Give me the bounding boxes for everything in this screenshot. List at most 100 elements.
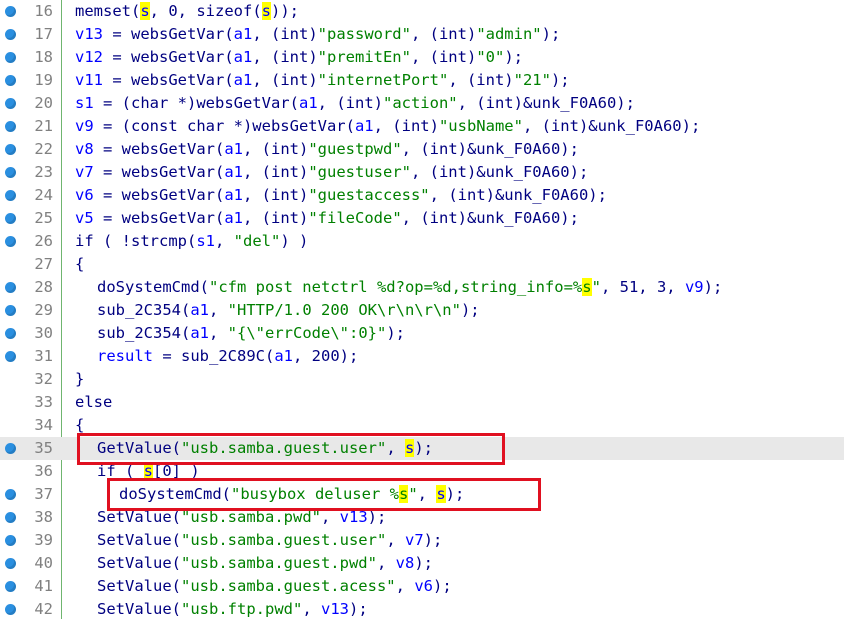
code-text: SetValue("usb.samba.guest.user", v7); <box>97 529 442 552</box>
breakpoint-dot-icon[interactable] <box>5 305 16 316</box>
line-number: 35 <box>34 439 53 457</box>
code-token: , <box>386 439 405 457</box>
breakpoint-dot-icon[interactable] <box>5 75 16 86</box>
code-text: { <box>75 414 84 437</box>
code-text: v11 = websGetVar(a1, (int)"internetPort"… <box>75 69 570 92</box>
code-line[interactable]: 33 else <box>0 391 844 414</box>
code-text: } <box>75 368 84 391</box>
code-string: "usb.ftp.pwd" <box>181 600 303 618</box>
code-line[interactable]: 19 v11 = websGetVar(a1, (int)"internetPor… <box>0 69 844 92</box>
code-line[interactable]: 28 doSystemCmd("cfm post netctrl %d?op=%d… <box>0 276 844 299</box>
code-line[interactable]: 37 doSystemCmd("busybox deluser %s", s); <box>0 483 844 506</box>
line-number: 21 <box>34 117 53 135</box>
breakpoint-dot-icon[interactable] <box>5 52 16 63</box>
breakpoint-dot-icon[interactable] <box>5 581 16 592</box>
code-line[interactable]: 25 v5 = websGetVar(a1, (int)"fileCode", (… <box>0 207 844 230</box>
code-line[interactable]: 34 { <box>0 414 844 437</box>
code-token: ); <box>504 48 523 66</box>
code-token: ) ) <box>280 232 309 250</box>
code-token: = websGetVar( <box>103 48 234 66</box>
code-token: )); <box>271 2 299 20</box>
line-number: 20 <box>34 94 53 112</box>
code-line[interactable]: 21 v9 = (const char *)websGetVar(a1, (int… <box>0 115 844 138</box>
code-variable: s1 <box>75 94 94 112</box>
code-token: else <box>75 393 113 411</box>
code-token: , (int) <box>448 71 514 89</box>
code-token: sub_2C354( <box>97 301 191 319</box>
code-string: "usb.samba.pwd" <box>181 508 321 526</box>
code-string: " <box>591 278 601 296</box>
breakpoint-dot-icon[interactable] <box>5 236 16 247</box>
code-line[interactable]: 35 GetValue("usb.samba.guest.user", s); <box>0 437 844 460</box>
breakpoint-dot-icon[interactable] <box>5 489 16 500</box>
code-token: SetValue( <box>97 531 181 549</box>
breakpoint-dot-icon[interactable] <box>5 282 16 293</box>
line-number: 38 <box>34 508 53 526</box>
line-number: 29 <box>34 301 53 319</box>
code-line[interactable]: 30 sub_2C354(a1, "{\"errCode\":0}"); <box>0 322 844 345</box>
code-line[interactable]: 16 memset(s, 0, sizeof(s)); <box>0 0 844 23</box>
code-text: result = sub_2C89C(a1, 200); <box>97 345 358 368</box>
code-text: if ( s[0] ) <box>97 460 200 483</box>
code-line[interactable]: 31 result = sub_2C89C(a1, 200); <box>0 345 844 368</box>
breakpoint-dot-icon[interactable] <box>5 328 16 339</box>
code-text: else <box>75 391 112 414</box>
line-number: 23 <box>34 163 53 181</box>
code-line[interactable]: 32} <box>0 368 844 391</box>
code-line[interactable]: 36 if ( s[0] ) <box>0 460 844 483</box>
breakpoint-dot-icon[interactable] <box>5 29 16 40</box>
code-variable: v6 <box>414 577 433 595</box>
code-line[interactable]: 24 v6 = websGetVar(a1, (int)"guestaccess"… <box>0 184 844 207</box>
line-number: 37 <box>34 485 53 503</box>
code-variable: v9 <box>684 278 704 296</box>
code-text: v9 = (const char *)websGetVar(a1, (int)"… <box>75 115 700 138</box>
code-string-highlighted: s <box>398 485 409 503</box>
breakpoint-dot-icon[interactable] <box>5 167 16 178</box>
code-token: ); <box>703 278 723 296</box>
code-string: "cfm post netctrl %d?op=%d,string_info=% <box>208 278 583 296</box>
breakpoint-dot-icon[interactable] <box>5 190 16 201</box>
breakpoint-dot-icon[interactable] <box>5 351 16 362</box>
breakpoint-dot-icon[interactable] <box>5 604 16 615</box>
code-variable: v8 <box>75 140 94 158</box>
code-line[interactable]: 26 if ( !strcmp(s1, "del") ) <box>0 230 844 253</box>
code-variable: v9 <box>75 117 94 135</box>
breakpoint-dot-icon[interactable] <box>5 121 16 132</box>
code-variable-highlighted: s <box>404 439 415 457</box>
code-token: = (const char *)websGetVar( <box>93 117 355 135</box>
code-line[interactable]: 42 SetValue("usb.ftp.pwd", v13); <box>0 598 844 621</box>
code-line[interactable]: 29 sub_2C354(a1, "HTTP/1.0 200 OK\r\n\r\n… <box>0 299 844 322</box>
code-token: , (int)&unk_F0A60); <box>401 140 579 158</box>
code-variable: v7 <box>75 163 94 181</box>
breakpoint-dot-icon[interactable] <box>5 6 16 17</box>
code-text: sub_2C354(a1, "{\"errCode\":0}"); <box>97 322 405 345</box>
code-token: , (int) <box>252 25 318 43</box>
code-token: ); <box>432 577 452 595</box>
breakpoint-dot-icon[interactable] <box>5 512 16 523</box>
code-line[interactable]: 41 SetValue("usb.samba.guest.acess", v6); <box>0 575 844 598</box>
code-line[interactable]: 39 SetValue("usb.samba.guest.user", v7); <box>0 529 844 552</box>
line-number: 17 <box>34 25 53 43</box>
breakpoint-dot-icon[interactable] <box>5 535 16 546</box>
breakpoint-dot-icon[interactable] <box>5 144 16 155</box>
line-number: 18 <box>34 48 53 66</box>
code-token: ); <box>550 71 570 89</box>
code-variable: v13 <box>321 600 349 618</box>
code-text: v12 = websGetVar(a1, (int)"premitEn", (i… <box>75 46 523 69</box>
breakpoint-dot-icon[interactable] <box>5 98 16 109</box>
code-string: "guestpwd" <box>308 140 402 158</box>
code-line[interactable]: 18 v12 = websGetVar(a1, (int)"premitEn", … <box>0 46 844 69</box>
code-token: , <box>215 232 234 250</box>
code-line[interactable]: 23 v7 = websGetVar(a1, (int)"guestuser", … <box>0 161 844 184</box>
code-text: if ( !strcmp(s1, "del") ) <box>75 230 308 253</box>
line-number: 42 <box>34 600 53 618</box>
code-line[interactable]: 38 SetValue("usb.samba.pwd", v13); <box>0 506 844 529</box>
breakpoint-dot-icon[interactable] <box>5 558 16 569</box>
code-line[interactable]: 40 SetValue("usb.samba.guest.pwd", v8); <box>0 552 844 575</box>
breakpoint-dot-icon[interactable] <box>5 443 16 454</box>
code-line[interactable]: 17 v13 = websGetVar(a1, (int)"password", … <box>0 23 844 46</box>
code-line[interactable]: 27 { <box>0 253 844 276</box>
code-line[interactable]: 22 v8 = websGetVar(a1, (int)"guestpwd", (… <box>0 138 844 161</box>
code-line[interactable]: 20 s1 = (char *)websGetVar(a1, (int)"acti… <box>0 92 844 115</box>
breakpoint-dot-icon[interactable] <box>5 213 16 224</box>
